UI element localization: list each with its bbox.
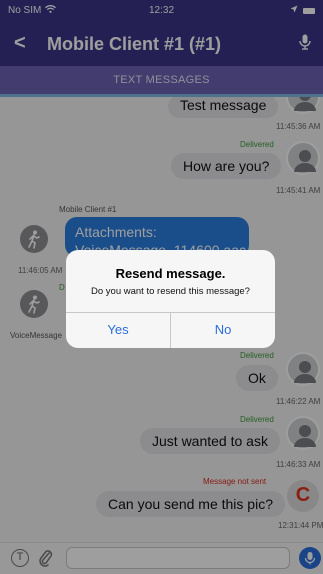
alert-yes-button[interactable]: Yes <box>66 312 170 348</box>
alert-title: Resend message. <box>115 266 226 281</box>
resend-alert: Resend message. Do you want to resend th… <box>66 250 275 348</box>
alert-message: Do you want to resend this message? <box>91 286 250 297</box>
alert-no-button[interactable]: No <box>171 312 275 348</box>
